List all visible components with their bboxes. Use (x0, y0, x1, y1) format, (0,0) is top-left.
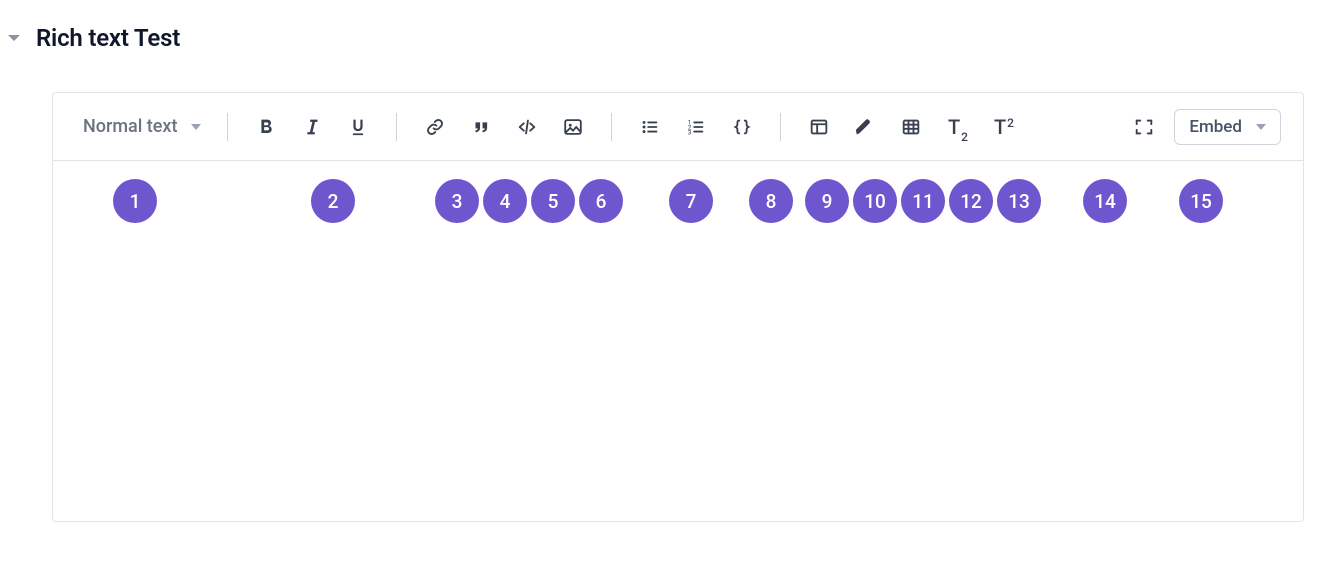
chevron-down-icon (1256, 124, 1266, 130)
superscript-button[interactable]: T2 (983, 107, 1023, 147)
pill-1[interactable]: 1 (113, 179, 157, 223)
pill-12[interactable]: 12 (949, 179, 993, 223)
layout-icon (808, 116, 830, 138)
italic-icon (301, 116, 323, 138)
subscript-icon: T2 (948, 115, 967, 139)
toolbar-separator (780, 113, 781, 141)
format-group-inline (246, 107, 378, 147)
bold-button[interactable] (246, 107, 286, 147)
toolbar-separator (227, 113, 228, 141)
pill-14[interactable]: 14 (1083, 179, 1127, 223)
svg-text:3: 3 (688, 128, 692, 136)
toolbar-separator (396, 113, 397, 141)
pill-6[interactable]: 6 (579, 179, 623, 223)
format-group-list: 123 (630, 107, 762, 147)
text-style-dropdown[interactable]: Normal text (75, 107, 209, 147)
toolbar-separator (611, 113, 612, 141)
section-header: Rich text Test (0, 0, 1328, 52)
pill-11[interactable]: 11 (901, 179, 945, 223)
underline-icon (347, 116, 369, 138)
code-icon (516, 116, 538, 138)
ordered-list-icon: 123 (685, 116, 707, 138)
link-button[interactable] (415, 107, 455, 147)
pill-7[interactable]: 7 (669, 179, 713, 223)
pill-4[interactable]: 4 (483, 179, 527, 223)
layout-button[interactable] (799, 107, 839, 147)
pill-row: 123456789101112131415 (75, 179, 1281, 223)
collapse-chevron-icon[interactable] (8, 35, 20, 41)
expand-button[interactable] (1124, 107, 1164, 147)
section-title: Rich text Test (36, 24, 180, 52)
format-group-layout: T2 T2 (799, 107, 1023, 147)
format-group-insert (415, 107, 593, 147)
bullet-list-button[interactable] (630, 107, 670, 147)
underline-button[interactable] (338, 107, 378, 147)
editor-content[interactable]: 123456789101112131415 (53, 161, 1303, 521)
text-style-label: Normal text (83, 116, 177, 137)
expand-icon (1133, 116, 1155, 138)
table-button[interactable] (891, 107, 931, 147)
image-icon (562, 116, 584, 138)
image-button[interactable] (553, 107, 593, 147)
embed-dropdown[interactable]: Embed (1174, 109, 1281, 145)
pill-5[interactable]: 5 (531, 179, 575, 223)
superscript-icon: T2 (994, 115, 1013, 139)
pill-2[interactable]: 2 (311, 179, 355, 223)
quote-button[interactable] (461, 107, 501, 147)
italic-button[interactable] (292, 107, 332, 147)
pencil-icon (854, 116, 876, 138)
pill-9[interactable]: 9 (805, 179, 849, 223)
link-icon (424, 116, 446, 138)
quote-icon (470, 116, 492, 138)
bold-icon (255, 116, 277, 138)
ordered-list-button[interactable]: 123 (676, 107, 716, 147)
subscript-button[interactable]: T2 (937, 107, 977, 147)
pill-10[interactable]: 10 (853, 179, 897, 223)
rich-text-editor: Normal text (52, 92, 1304, 522)
codeblock-button[interactable] (507, 107, 547, 147)
divider-button[interactable] (845, 107, 885, 147)
pill-15[interactable]: 15 (1179, 179, 1223, 223)
table-icon (900, 116, 922, 138)
braces-icon (731, 116, 753, 138)
bullet-list-icon (639, 116, 661, 138)
editor-panel-wrap: Normal text (0, 52, 1328, 546)
editor-toolbar: Normal text (53, 93, 1303, 161)
pill-8[interactable]: 8 (749, 179, 793, 223)
code-snippet-button[interactable] (722, 107, 762, 147)
embed-label: Embed (1189, 117, 1242, 137)
pill-13[interactable]: 13 (997, 179, 1041, 223)
chevron-down-icon (191, 124, 201, 130)
pill-3[interactable]: 3 (435, 179, 479, 223)
